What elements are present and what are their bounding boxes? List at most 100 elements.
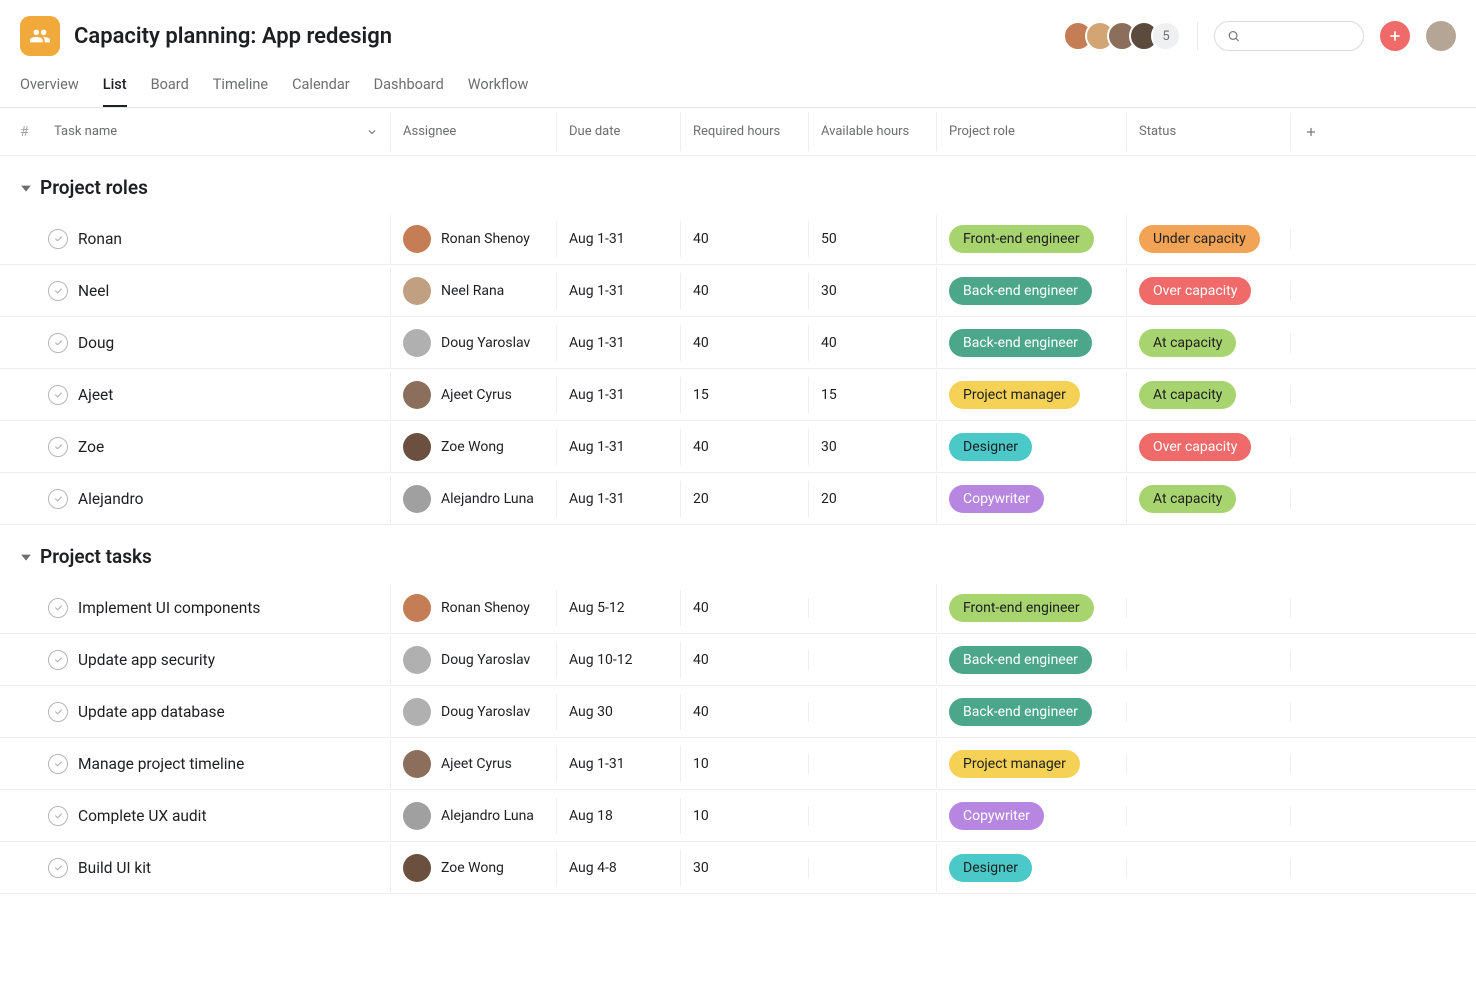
- due-date[interactable]: Aug 4-8: [556, 850, 680, 886]
- available-hours[interactable]: [808, 598, 936, 618]
- column-project-role[interactable]: Project role: [936, 112, 1126, 151]
- table-row[interactable]: Doug Doug Yaroslav Aug 1-31 40 40 Back-e…: [0, 317, 1476, 369]
- role-pill[interactable]: Project manager: [949, 381, 1080, 409]
- tab-board[interactable]: Board: [151, 70, 189, 107]
- role-pill[interactable]: Back-end engineer: [949, 698, 1092, 726]
- triangle-down-icon[interactable]: [20, 176, 32, 199]
- assignee[interactable]: Ajeet Cyrus: [403, 750, 512, 778]
- search-input[interactable]: [1248, 29, 1351, 44]
- role-pill[interactable]: Front-end engineer: [949, 594, 1094, 622]
- table-row[interactable]: Ronan Ronan Shenoy Aug 1-31 40 50 Front-…: [0, 213, 1476, 265]
- available-hours[interactable]: 15: [808, 377, 936, 413]
- tab-list[interactable]: List: [103, 70, 127, 107]
- required-hours[interactable]: 10: [680, 746, 808, 782]
- add-column-button[interactable]: [1290, 113, 1330, 151]
- status-pill[interactable]: At capacity: [1139, 329, 1236, 357]
- role-pill[interactable]: Project manager: [949, 750, 1080, 778]
- table-row[interactable]: Update app database Doug Yaroslav Aug 30…: [0, 686, 1476, 738]
- table-row[interactable]: Neel Neel Rana Aug 1-31 40 30 Back-end e…: [0, 265, 1476, 317]
- assignee[interactable]: Neel Rana: [403, 277, 504, 305]
- status-pill[interactable]: At capacity: [1139, 485, 1236, 513]
- column-task-name[interactable]: Task name: [54, 124, 117, 139]
- assignee[interactable]: Doug Yaroslav: [403, 646, 530, 674]
- chevron-down-icon[interactable]: [366, 126, 378, 138]
- search-box[interactable]: [1214, 21, 1364, 51]
- status-pill[interactable]: Over capacity: [1139, 433, 1251, 461]
- available-hours[interactable]: 50: [808, 221, 936, 257]
- table-row[interactable]: Build UI kit Zoe Wong Aug 4-8 30 Designe…: [0, 842, 1476, 894]
- table-row[interactable]: Ajeet Ajeet Cyrus Aug 1-31 15 15 Project…: [0, 369, 1476, 421]
- column-assignee[interactable]: Assignee: [390, 112, 556, 151]
- available-hours[interactable]: [808, 858, 936, 878]
- available-hours[interactable]: [808, 702, 936, 722]
- required-hours[interactable]: 20: [680, 481, 808, 517]
- column-required-hours[interactable]: Required hours: [680, 112, 808, 151]
- due-date[interactable]: Aug 1-31: [556, 273, 680, 309]
- complete-toggle[interactable]: [48, 806, 68, 826]
- complete-toggle[interactable]: [48, 489, 68, 509]
- complete-toggle[interactable]: [48, 281, 68, 301]
- table-row[interactable]: Manage project timeline Ajeet Cyrus Aug …: [0, 738, 1476, 790]
- due-date[interactable]: Aug 1-31: [556, 481, 680, 517]
- tab-dashboard[interactable]: Dashboard: [374, 70, 444, 107]
- member-count[interactable]: 5: [1151, 21, 1181, 51]
- status-pill[interactable]: At capacity: [1139, 381, 1236, 409]
- member-avatar-stack[interactable]: 5: [1071, 21, 1181, 51]
- column-hash[interactable]: #: [20, 124, 34, 140]
- required-hours[interactable]: 30: [680, 850, 808, 886]
- due-date[interactable]: Aug 10-12: [556, 642, 680, 678]
- complete-toggle[interactable]: [48, 702, 68, 722]
- due-date[interactable]: Aug 5-12: [556, 590, 680, 626]
- tab-timeline[interactable]: Timeline: [213, 70, 268, 107]
- required-hours[interactable]: 40: [680, 642, 808, 678]
- available-hours[interactable]: [808, 806, 936, 826]
- required-hours[interactable]: 40: [680, 694, 808, 730]
- assignee[interactable]: Zoe Wong: [403, 433, 504, 461]
- table-row[interactable]: Implement UI components Ronan Shenoy Aug…: [0, 582, 1476, 634]
- assignee[interactable]: Doug Yaroslav: [403, 329, 530, 357]
- due-date[interactable]: Aug 30: [556, 694, 680, 730]
- column-available-hours[interactable]: Available hours: [808, 112, 936, 151]
- status-pill[interactable]: Over capacity: [1139, 277, 1251, 305]
- required-hours[interactable]: 40: [680, 429, 808, 465]
- role-pill[interactable]: Front-end engineer: [949, 225, 1094, 253]
- project-icon[interactable]: [20, 16, 60, 56]
- available-hours[interactable]: 30: [808, 429, 936, 465]
- required-hours[interactable]: 15: [680, 377, 808, 413]
- assignee[interactable]: Doug Yaroslav: [403, 698, 530, 726]
- assignee[interactable]: Alejandro Luna: [403, 802, 534, 830]
- tab-calendar[interactable]: Calendar: [292, 70, 350, 107]
- triangle-down-icon[interactable]: [20, 545, 32, 568]
- section-header[interactable]: Project tasks: [0, 525, 1476, 582]
- column-due-date[interactable]: Due date: [556, 112, 680, 151]
- complete-toggle[interactable]: [48, 650, 68, 670]
- due-date[interactable]: Aug 18: [556, 798, 680, 834]
- required-hours[interactable]: 10: [680, 798, 808, 834]
- column-status[interactable]: Status: [1126, 112, 1290, 151]
- assignee[interactable]: Ronan Shenoy: [403, 594, 530, 622]
- available-hours[interactable]: [808, 650, 936, 670]
- assignee[interactable]: Alejandro Luna: [403, 485, 534, 513]
- required-hours[interactable]: 40: [680, 325, 808, 361]
- due-date[interactable]: Aug 1-31: [556, 377, 680, 413]
- available-hours[interactable]: [808, 754, 936, 774]
- due-date[interactable]: Aug 1-31: [556, 429, 680, 465]
- table-row[interactable]: Alejandro Alejandro Luna Aug 1-31 20 20 …: [0, 473, 1476, 525]
- add-button[interactable]: [1380, 21, 1410, 51]
- required-hours[interactable]: 40: [680, 590, 808, 626]
- complete-toggle[interactable]: [48, 437, 68, 457]
- role-pill[interactable]: Copywriter: [949, 485, 1044, 513]
- role-pill[interactable]: Designer: [949, 433, 1032, 461]
- complete-toggle[interactable]: [48, 754, 68, 774]
- required-hours[interactable]: 40: [680, 273, 808, 309]
- role-pill[interactable]: Back-end engineer: [949, 277, 1092, 305]
- assignee[interactable]: Ajeet Cyrus: [403, 381, 512, 409]
- available-hours[interactable]: 40: [808, 325, 936, 361]
- status-pill[interactable]: Under capacity: [1139, 225, 1260, 253]
- complete-toggle[interactable]: [48, 858, 68, 878]
- complete-toggle[interactable]: [48, 598, 68, 618]
- due-date[interactable]: Aug 1-31: [556, 325, 680, 361]
- table-row[interactable]: Complete UX audit Alejandro Luna Aug 18 …: [0, 790, 1476, 842]
- complete-toggle[interactable]: [48, 333, 68, 353]
- available-hours[interactable]: 20: [808, 481, 936, 517]
